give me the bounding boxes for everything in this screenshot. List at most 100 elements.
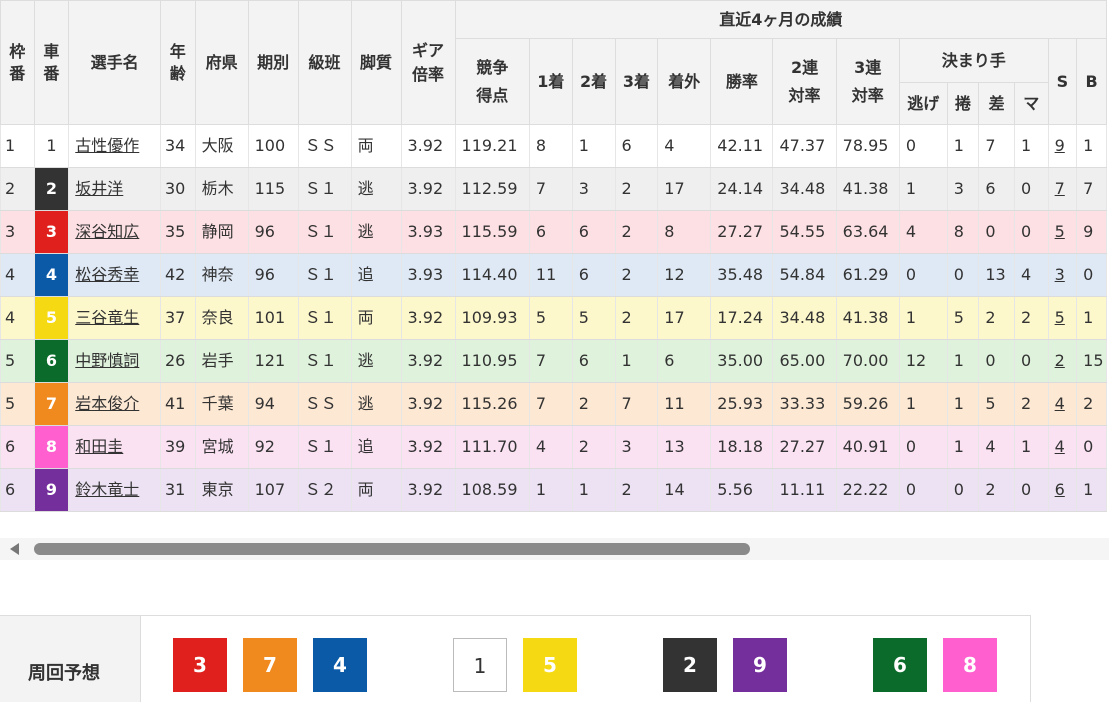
rider-name-cell: 鈴木竜士: [68, 468, 161, 512]
sashi-cell: 2: [978, 468, 1015, 512]
age-cell: 30: [159, 167, 196, 211]
sashi-cell: 7: [978, 124, 1015, 168]
car-number-cell: 2: [33, 167, 70, 211]
prefecture-cell: 栃木: [194, 167, 249, 211]
score-cell: 111.70: [454, 425, 530, 469]
gear-cell: 3.92: [400, 339, 456, 383]
s-count-link[interactable]: 7: [1055, 179, 1065, 198]
s-count-link[interactable]: 5: [1055, 222, 1065, 241]
nige-cell: 4: [898, 210, 948, 254]
sashi-cell: 4: [978, 425, 1015, 469]
makuri-cell: 0: [946, 253, 980, 297]
second-count-cell: 3: [571, 167, 616, 211]
first-count-cell: 7: [528, 167, 573, 211]
s-count-link[interactable]: 9: [1055, 136, 1065, 155]
rider-name-link[interactable]: 中野慎詞: [75, 351, 139, 370]
score-cell: 112.59: [454, 167, 530, 211]
header-outside: 着外: [657, 38, 712, 125]
prefecture-cell: 神奈: [194, 253, 249, 297]
horizontal-scrollbar[interactable]: [0, 538, 1109, 560]
top3-rate-cell: 41.38: [835, 296, 900, 340]
prefecture-cell: 奈良: [194, 296, 249, 340]
header-recent: 直近4ヶ月の成績: [454, 0, 1108, 39]
s-count-link[interactable]: 5: [1055, 308, 1065, 327]
table-row: 6 9 鈴木竜士 31 東京 107 Ｓ２ 両 3.92 108.59 1 1 2 14 5.56 11.11…: [0, 468, 1107, 512]
prefecture-cell: 宮城: [194, 425, 249, 469]
header-nige: 逃げ: [898, 82, 948, 125]
mark-cell: 0: [1014, 210, 1049, 254]
score-cell: 108.59: [454, 468, 530, 512]
table-row: 5 7 岩本俊介 41 千葉 94 ＳＳ 逃 3.92 115.26 7 2 7 11 25.93 33.33…: [0, 382, 1107, 426]
s-count-link[interactable]: 4: [1055, 394, 1065, 413]
term-cell: 96: [247, 210, 299, 254]
age-cell: 35: [159, 210, 196, 254]
top2-rate-cell: 33.33: [772, 382, 837, 426]
b-count-cell: 1: [1076, 124, 1107, 168]
win-rate-cell: 27.27: [710, 210, 774, 254]
rider-name-link[interactable]: 古性優作: [75, 136, 139, 155]
b-count-cell: 1: [1076, 296, 1107, 340]
scroll-thumb[interactable]: [34, 543, 750, 555]
rider-name-link[interactable]: 深谷知広: [75, 222, 139, 241]
rider-name-link[interactable]: 和田圭: [75, 437, 123, 456]
car-number-cell: 5: [33, 296, 70, 340]
outside-count-cell: 4: [657, 124, 712, 168]
score-cell: 115.26: [454, 382, 530, 426]
car-number-cell: 1: [33, 124, 70, 168]
nige-cell: 1: [898, 167, 948, 211]
style-cell: 両: [350, 296, 402, 340]
rider-name-link[interactable]: 鈴木竜士: [75, 480, 139, 499]
frame-cell: 6: [0, 468, 35, 512]
top3-rate-cell: 78.95: [835, 124, 900, 168]
prediction-car-2: 2: [663, 638, 717, 692]
rider-name-link[interactable]: 坂井洋: [75, 179, 123, 198]
s-count-cell: 4: [1047, 425, 1078, 469]
win-rate-cell: 17.24: [710, 296, 774, 340]
rider-name-link[interactable]: 岩本俊介: [75, 394, 139, 413]
header-gear: ギア倍率: [400, 0, 456, 125]
header-makuri: 捲: [946, 82, 980, 125]
rider-name-link[interactable]: 松谷秀幸: [75, 265, 139, 284]
s-count-link[interactable]: 4: [1055, 437, 1065, 456]
gear-cell: 3.92: [400, 124, 456, 168]
frame-cell: 5: [0, 382, 35, 426]
prediction-car-9: 9: [733, 638, 787, 692]
style-cell: 両: [350, 124, 402, 168]
table-row: 6 8 和田圭 39 宮城 92 Ｓ１ 追 3.92 111.70 4 2 3 13 18.18 27.27 4…: [0, 425, 1107, 469]
first-count-cell: 6: [528, 210, 573, 254]
top3-rate-cell: 59.26: [835, 382, 900, 426]
rider-name-cell: 松谷秀幸: [68, 253, 161, 297]
scroll-left-arrow-icon[interactable]: [10, 543, 19, 555]
rider-rows: 1 1 古性優作 34 大阪 100 ＳＳ 両 3.92 119.21 8 1 6 4 42.11 47.37…: [0, 124, 1107, 512]
style-cell: 逃: [350, 210, 402, 254]
nige-cell: 0: [898, 124, 948, 168]
s-count-link[interactable]: 3: [1055, 265, 1065, 284]
outside-count-cell: 11: [657, 382, 712, 426]
score-cell: 109.93: [454, 296, 530, 340]
term-cell: 94: [247, 382, 299, 426]
header-sashi: 差: [978, 82, 1015, 125]
top2-rate-cell: 47.37: [772, 124, 837, 168]
header-kimarite: 決まり手: [898, 38, 1049, 83]
outside-count-cell: 13: [657, 425, 712, 469]
term-cell: 115: [247, 167, 299, 211]
header-car: 車番: [33, 0, 70, 125]
header-score: 競争得点: [454, 38, 530, 125]
header-term: 期別: [247, 0, 299, 125]
header-style: 脚質: [350, 0, 402, 125]
s-count-link[interactable]: 6: [1055, 480, 1065, 499]
third-count-cell: 2: [614, 468, 659, 512]
rider-name-link[interactable]: 三谷竜生: [75, 308, 139, 327]
prediction-car-5: 5: [523, 638, 577, 692]
win-rate-cell: 24.14: [710, 167, 774, 211]
s-count-cell: 5: [1047, 296, 1078, 340]
term-cell: 100: [247, 124, 299, 168]
rider-name-cell: 和田圭: [68, 425, 161, 469]
nige-cell: 0: [898, 425, 948, 469]
sashi-cell: 0: [978, 210, 1015, 254]
sashi-cell: 5: [978, 382, 1015, 426]
top3-rate-cell: 22.22: [835, 468, 900, 512]
class-cell: Ｓ１: [297, 296, 352, 340]
header-first: 1着: [528, 38, 573, 125]
s-count-link[interactable]: 2: [1055, 351, 1065, 370]
